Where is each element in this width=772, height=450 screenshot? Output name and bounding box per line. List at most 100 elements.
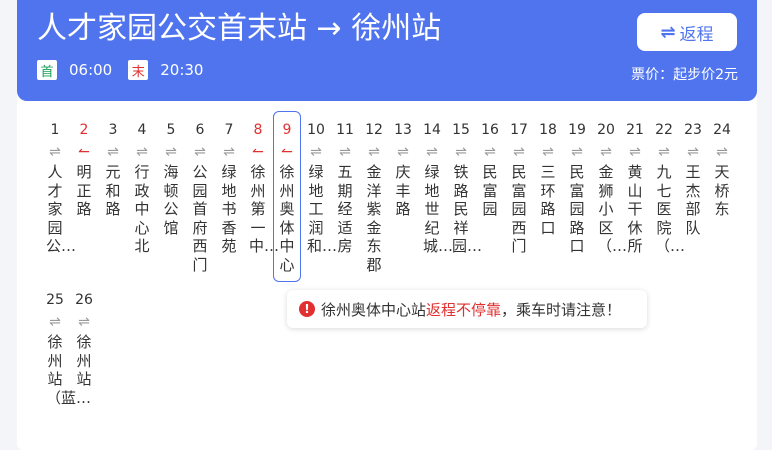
- stop-name: 绿地书香苑: [221, 163, 237, 255]
- stop-name: 民富园路口: [569, 163, 585, 255]
- stop-name: 金狮小区（…: [597, 163, 628, 255]
- route-title: 人才家园公交首末站 → 徐州站: [37, 11, 442, 46]
- stop-name: 徐州第一中…: [249, 163, 280, 255]
- stop-number: 17: [510, 122, 528, 138]
- stop-item[interactable]: 13 ⇌ 庆丰路: [390, 121, 416, 219]
- direction-arrow-icon: ⇌: [339, 144, 351, 160]
- warning-icon: !: [299, 301, 315, 317]
- stop-item[interactable]: 20 ⇌ 金狮小区（…: [593, 121, 628, 256]
- direction-arrow-icon: ↼: [252, 144, 264, 160]
- stop-number: 4: [137, 122, 147, 138]
- stop-number: 12: [365, 122, 383, 138]
- direction-arrow-icon: ↼: [78, 144, 90, 160]
- stop-number: 5: [166, 122, 176, 138]
- stop-number: 26: [75, 292, 93, 308]
- direction-arrow-icon: ⇌: [78, 314, 90, 330]
- stop-name: 三环路口: [540, 163, 556, 237]
- stop-name: 黄山干休所: [627, 163, 643, 255]
- direction-arrow-icon: ⇌: [716, 144, 728, 160]
- stop-number: 11: [336, 122, 354, 138]
- stop-number: 3: [108, 122, 118, 138]
- stop-item[interactable]: 14 ⇌ 绿地世纪城…: [419, 121, 454, 256]
- stop-number: 19: [568, 122, 586, 138]
- stop-number: 7: [224, 122, 234, 138]
- stop-item[interactable]: 4 ⇌ 行政中心北: [129, 121, 155, 256]
- stop-item[interactable]: 15 ⇌ 铁路民祥园…: [448, 121, 483, 256]
- last-bus-badge: 末: [128, 60, 149, 80]
- direction-arrow-icon: ⇌: [194, 144, 206, 160]
- fare-info: 票价：起步价2元: [631, 67, 738, 83]
- direction-arrow-icon: ↼: [281, 144, 293, 160]
- stop-name: 民富园西门: [511, 163, 527, 255]
- direction-arrow-icon: ⇌: [397, 144, 409, 160]
- first-bus-time: 06:00: [69, 61, 113, 79]
- notice-highlight: 返程不停靠: [426, 300, 502, 319]
- direction-arrow-icon: ⇌: [49, 314, 61, 330]
- stop-item[interactable]: 6 ⇌ 公园首府西门: [187, 121, 213, 274]
- stop-name: 铁路民祥园…: [452, 163, 483, 255]
- stop-number: 2: [79, 122, 89, 138]
- stop-name: 绿地世纪城…: [423, 163, 454, 255]
- stop-item[interactable]: 24 ⇌ 天桥东: [709, 121, 735, 219]
- stop-item[interactable]: 19 ⇌ 民富园路口: [564, 121, 590, 256]
- stop-item[interactable]: 1 ⇌ 人才家园公…: [42, 121, 77, 256]
- direction-arrow-icon: ⇌: [49, 144, 61, 160]
- stop-number: 14: [423, 122, 441, 138]
- direction-arrow-icon: ⇌: [426, 144, 438, 160]
- direction-arrow-icon: ⇌: [571, 144, 583, 160]
- direction-arrow-icon: ⇌: [136, 144, 148, 160]
- stop-number: 9: [282, 122, 292, 138]
- first-bus-badge: 首: [37, 60, 57, 80]
- stop-name: 五期经适房: [337, 163, 353, 255]
- stop-item[interactable]: 17 ⇌ 民富园西门: [506, 121, 532, 256]
- stop-item[interactable]: 7 ⇌ 绿地书香苑: [216, 121, 242, 256]
- stop-number: 6: [195, 122, 205, 138]
- return-button-label: 返程: [679, 24, 714, 45]
- stop-name: 九七医院（…: [655, 163, 686, 255]
- stop-item[interactable]: 2 ↼ 明正路: [71, 121, 97, 219]
- stop-number: 16: [481, 122, 499, 138]
- stop-item[interactable]: 21 ⇌ 黄山干休所: [622, 121, 648, 256]
- stop-item[interactable]: 5 ⇌ 海顿公馆: [158, 121, 184, 237]
- stop-item[interactable]: 22 ⇌ 九七医院（…: [651, 121, 686, 256]
- direction-arrow-icon: ⇌: [513, 144, 525, 160]
- stop-number: 18: [539, 122, 557, 138]
- stop-name: 庆丰路: [395, 163, 411, 218]
- stop-item[interactable]: 3 ⇌ 元和路: [100, 121, 126, 219]
- stop-name: 天桥东: [714, 163, 730, 218]
- stop-item[interactable]: 23 ⇌ 王杰部队: [680, 121, 706, 237]
- stop-item[interactable]: 10 ⇌ 绿地工润和…: [303, 121, 337, 256]
- direction-arrow-icon: ⇌: [687, 144, 699, 160]
- direction-arrow-icon: ⇌: [455, 144, 467, 160]
- stop-item[interactable]: 11 ⇌ 五期经适房: [332, 121, 358, 256]
- stop-name: 明正路: [76, 163, 92, 218]
- stop-number: 23: [684, 122, 702, 138]
- direction-arrow-icon: ⇌: [629, 144, 641, 160]
- stop-item[interactable]: 25 ⇌ 徐州站（蓝…: [42, 291, 91, 407]
- stop-item[interactable]: 12 ⇌ 金洋紫金东郡: [361, 121, 387, 274]
- stop-name: 徐州站: [76, 333, 92, 388]
- direction-arrow-icon: ⇌: [542, 144, 554, 160]
- notice-tooltip: ! 徐州奥体中心站 返程不停靠 ，乘车时请注意！: [287, 290, 647, 328]
- route-header: 人才家园公交首末站 → 徐州站 ⇌ 返程 首 06:00 末 20:30 票价：…: [17, 0, 757, 101]
- stop-name: 海顿公馆: [163, 163, 179, 237]
- stop-number: 1: [50, 122, 60, 138]
- direction-arrow-icon: ⇌: [310, 144, 322, 160]
- direction-arrow-icon: ⇌: [484, 144, 496, 160]
- stop-name: 民富园: [482, 163, 498, 218]
- service-times: 首 06:00 末 20:30: [37, 60, 219, 80]
- stop-name: 王杰部队: [685, 163, 701, 237]
- stop-item[interactable]: 9 ↼ 徐州奥体中心: [273, 111, 301, 282]
- direction-arrow-icon: ⇌: [600, 144, 612, 160]
- return-button[interactable]: ⇌ 返程: [637, 13, 737, 51]
- stop-number: 21: [626, 122, 644, 138]
- stop-name: 元和路: [105, 163, 121, 218]
- stop-number: 25: [46, 292, 64, 308]
- stop-name: 公园首府西门: [192, 163, 208, 274]
- stop-item[interactable]: 26 ⇌ 徐州站: [71, 291, 97, 389]
- stop-item[interactable]: 8 ↼ 徐州第一中…: [245, 121, 280, 256]
- stop-item[interactable]: 16 ⇌ 民富园: [477, 121, 503, 219]
- stop-name: 人才家园公…: [46, 163, 77, 255]
- stop-number: 10: [307, 122, 325, 138]
- stop-item[interactable]: 18 ⇌ 三环路口: [535, 121, 561, 237]
